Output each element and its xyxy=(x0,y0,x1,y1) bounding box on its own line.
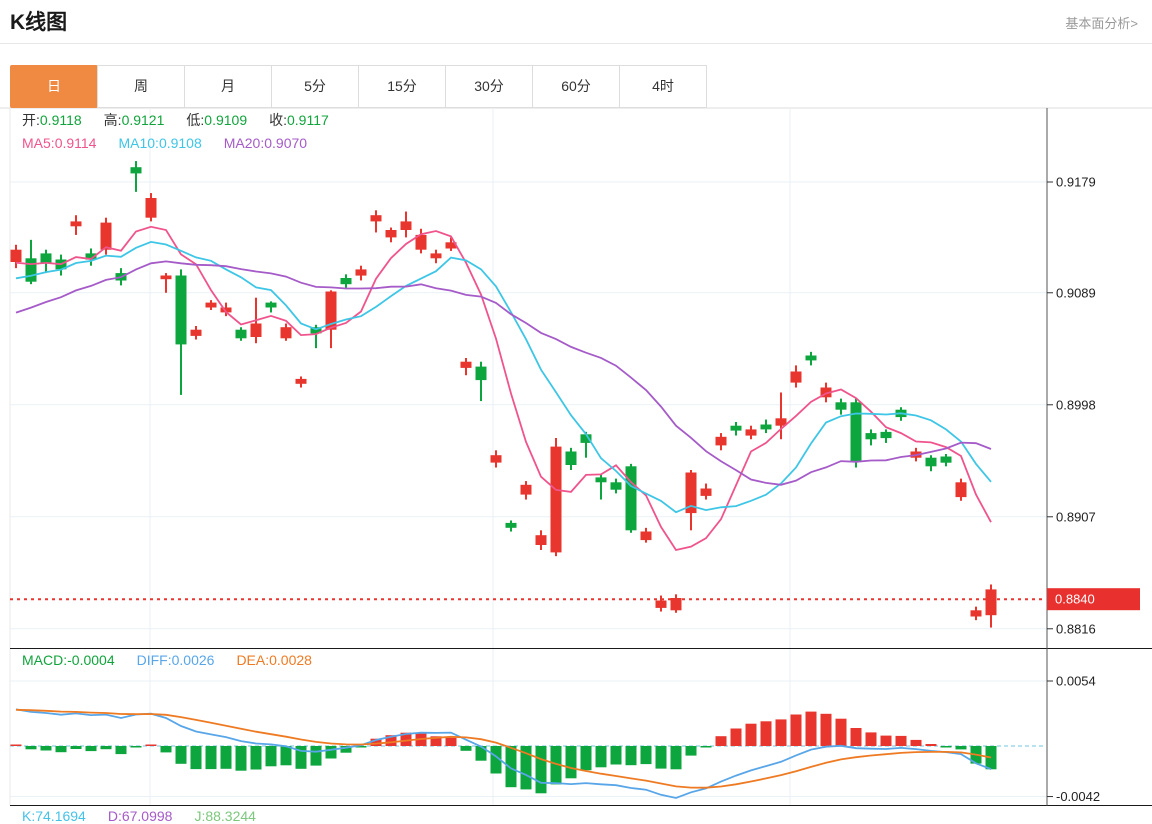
legend-value: 74.1694 xyxy=(35,808,86,824)
interval-tab-bar: 日周月 5分 15分 30分 60分 4时 xyxy=(10,65,707,108)
svg-text:0.8816: 0.8816 xyxy=(1056,621,1096,636)
legend-label: 低: xyxy=(186,112,205,128)
legend-token: DEA:0.0028 xyxy=(236,652,312,668)
svg-text:-0.0042: -0.0042 xyxy=(1056,789,1100,804)
legend-token: 开:0.9118 xyxy=(22,110,82,130)
legend-token: J:88.3244 xyxy=(194,808,256,824)
legend-value: 0.9121 xyxy=(121,112,165,128)
ma20-line xyxy=(15,260,992,486)
legend-label: K: xyxy=(22,808,36,824)
legend-value: 0.9117 xyxy=(287,112,329,128)
legend-label: MACD: xyxy=(22,652,68,668)
legend-label: DEA: xyxy=(236,652,270,668)
legend-value: 0.9108 xyxy=(158,135,202,151)
tab-30min[interactable]: 30分 xyxy=(445,65,533,108)
ma10-line xyxy=(15,240,992,514)
kline-page: { "header": { "title": "K线图", "analysis_… xyxy=(0,0,1152,824)
legend-value: 0.9114 xyxy=(54,135,97,151)
legend-value: 88.3244 xyxy=(205,808,256,824)
svg-text:0.9179: 0.9179 xyxy=(1056,175,1096,190)
legend-token: MA20:0.9070 xyxy=(224,135,307,151)
svg-text:0.0054: 0.0054 xyxy=(1056,674,1096,689)
header-divider xyxy=(0,43,1152,44)
svg-text:0.8907: 0.8907 xyxy=(1056,509,1096,524)
legend-token: D:67.0998 xyxy=(108,808,173,824)
legend-token: MA10:0.9108 xyxy=(118,135,201,151)
legend-label: D: xyxy=(107,808,122,824)
legend-value: -0.0004 xyxy=(67,652,115,668)
tab-15min[interactable]: 15分 xyxy=(358,65,446,108)
legend-label: 开: xyxy=(22,112,40,128)
legend-label: MA20: xyxy=(223,135,265,151)
legend-token: 收:0.9117 xyxy=(269,110,329,130)
fundamental-analysis-link[interactable]: 基本面分析> xyxy=(1065,13,1138,32)
tab-day[interactable]: 日 xyxy=(10,65,98,108)
legend-token: K:74.1694 xyxy=(22,808,86,824)
legend-value: 0.9118 xyxy=(39,112,82,128)
macd-legend: MACD:-0.0004 DIFF:0.0026 DEA:0.0028 xyxy=(22,652,334,668)
grid-lines xyxy=(10,108,1047,806)
page-title: K线图 xyxy=(10,11,68,34)
legend-value: 67.0998 xyxy=(121,808,173,824)
current-price-badge: 0.8840 xyxy=(1047,588,1140,611)
tab-week[interactable]: 周 xyxy=(97,65,185,108)
legend-label: J: xyxy=(194,808,206,824)
svg-text:0.8840: 0.8840 xyxy=(1055,592,1095,607)
legend-value: 0.0028 xyxy=(269,652,312,668)
legend-value: 0.9070 xyxy=(264,135,308,151)
legend-token: MACD:-0.0004 xyxy=(22,652,115,668)
legend-token: DIFF:0.0026 xyxy=(137,652,215,668)
legend-value: 0.0026 xyxy=(171,652,215,668)
ma5-line xyxy=(15,225,992,552)
legend-value: 0.9109 xyxy=(204,112,248,128)
ohlc-legend: 开:0.9118 高:0.9121 低:0.9109 收:0.9117 xyxy=(22,110,351,130)
legend-token: 高:0.9121 xyxy=(104,110,165,130)
macd-axis: 0.0054 -0.0042 xyxy=(1047,674,1100,804)
svg-text:0.8998: 0.8998 xyxy=(1056,397,1096,412)
legend-label: MA5: xyxy=(22,135,55,151)
legend-label: 收: xyxy=(269,112,287,128)
tab-5min[interactable]: 5分 xyxy=(271,65,359,108)
price-axis: 0.9179 0.9089 0.8998 0.8907 0.8816 xyxy=(1047,175,1096,636)
ma-legend: MA5:0.9114 MA10:0.9108 MA20:0.9070 xyxy=(22,135,329,151)
tab-60min[interactable]: 60分 xyxy=(532,65,620,108)
tab-month[interactable]: 月 xyxy=(184,65,272,108)
svg-text:0.9089: 0.9089 xyxy=(1056,285,1096,300)
kdj-legend-clipped: K:74.1694 D:67.0998 J:88.3244 xyxy=(22,808,278,824)
legend-label: DIFF: xyxy=(136,652,172,668)
legend-token: 低:0.9109 xyxy=(186,110,247,130)
tab-4hour[interactable]: 4时 xyxy=(619,65,707,108)
macd-histogram xyxy=(10,711,997,794)
legend-label: 高: xyxy=(103,112,122,128)
legend-label: MA10: xyxy=(118,135,159,151)
legend-token: MA5:0.9114 xyxy=(22,135,96,151)
